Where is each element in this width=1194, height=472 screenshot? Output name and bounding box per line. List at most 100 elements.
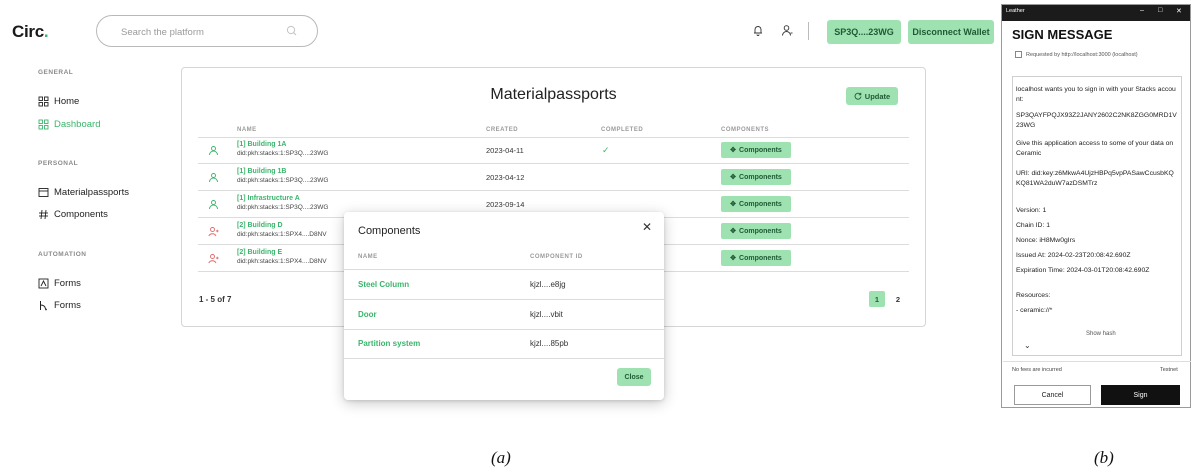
- show-hash-toggle[interactable]: Show hash: [1086, 331, 1116, 337]
- hash-icon: [39, 209, 48, 220]
- components-button[interactable]: ✥ Components: [721, 196, 791, 212]
- message-issued-at: Issued At: 2024-02-23T20:08:42.690Z: [1016, 252, 1131, 259]
- user-icon: [209, 173, 218, 183]
- header-divider: [808, 22, 809, 40]
- caption-b: (b): [1094, 448, 1114, 467]
- table-row[interactable]: [1] Building 1A did:pkh:stacks:1:SP3Q...…: [198, 139, 909, 163]
- components-icon: ✥: [730, 201, 737, 208]
- page-button-2[interactable]: 2: [890, 291, 906, 307]
- modal-row-divider: [344, 299, 664, 300]
- modal-row-divider: [344, 329, 664, 330]
- app-logo[interactable]: Circ.: [12, 22, 49, 42]
- components-button[interactable]: ✥ Components: [721, 223, 791, 239]
- passport-name[interactable]: [1] Infrastructure A: [237, 195, 300, 202]
- minimize-icon[interactable]: –: [1140, 7, 1144, 14]
- components-button-label: Components: [739, 227, 782, 235]
- message-account: SP3QAYFPQJX93Z2JANY2602C2NK8ZGG0MRD1V23W…: [1016, 112, 1177, 129]
- message-nonce: Nonce: iH8Mw0gIrs: [1016, 237, 1076, 244]
- components-modal: Components ✕ NAME COMPONENT ID Steel Col…: [344, 212, 664, 400]
- page-title: Materialpassports: [490, 86, 617, 103]
- message-access: Give this application access to some of …: [1016, 140, 1174, 157]
- components-icon: ✥: [730, 228, 737, 235]
- components-icon: ✥: [730, 174, 737, 181]
- components-button[interactable]: ✥ Components: [721, 142, 791, 158]
- passport-name[interactable]: [2] Building D: [237, 222, 283, 229]
- passport-did: did:pkh:stacks:1:SP3Q....23WG: [237, 177, 329, 184]
- message-intro: localhost wants you to sign in with your…: [1016, 86, 1176, 103]
- user-icon: [209, 146, 218, 156]
- components-icon: ✥: [730, 255, 737, 262]
- table-header-divider: [198, 137, 909, 138]
- passport-name[interactable]: [1] Building 1B: [237, 168, 286, 175]
- sidebar-item-forms[interactable]: Forms: [38, 278, 81, 289]
- grid-icon: [38, 119, 49, 130]
- created-date: 2023-04-11: [486, 146, 524, 155]
- components-button-label: Components: [739, 254, 782, 262]
- completed-check-icon: ✓: [602, 145, 610, 155]
- cancel-button[interactable]: Cancel: [1014, 385, 1091, 405]
- component-id: kjzl....vbit: [530, 310, 563, 319]
- sidebar-item-label: Materialpassports: [54, 187, 129, 198]
- sidebar-heading-general: GENERAL: [38, 69, 74, 76]
- modal-header-divider: [344, 269, 664, 270]
- sidebar-heading-automation: AUTOMATION: [38, 251, 87, 258]
- message-uri: URI: did:key:z6MkwA4UjzHBPq5vpPASawCcusb…: [1016, 170, 1174, 187]
- passport-did: did:pkh:stacks:1:SP3Q....23WG: [237, 150, 329, 157]
- requested-by-text: Requested by http://localhost:3000 (loca…: [1026, 51, 1138, 58]
- component-name[interactable]: Door: [358, 310, 377, 319]
- components-button[interactable]: ✥ Components: [721, 169, 791, 185]
- wallet-address-button[interactable]: SP3Q....23WG: [827, 20, 901, 44]
- close-window-icon[interactable]: ✕: [1176, 7, 1182, 15]
- components-button-label: Components: [739, 146, 782, 154]
- passport-name[interactable]: [1] Building 1A: [237, 141, 286, 148]
- sign-button[interactable]: Sign: [1101, 385, 1180, 405]
- sidebar-item-dashboard[interactable]: Dashboard: [38, 119, 100, 130]
- components-button-label: Components: [739, 173, 782, 181]
- modal-column-name: NAME: [358, 254, 378, 260]
- update-button[interactable]: Update: [846, 87, 898, 105]
- column-header-completed: COMPLETED: [601, 127, 644, 133]
- pagination-summary: 1 - 5 of 7: [199, 295, 232, 304]
- sidebar-item-home[interactable]: Home: [38, 96, 79, 107]
- row-divider: [198, 190, 909, 191]
- sidebar-item-label: Forms: [54, 278, 81, 289]
- user-icon: [209, 200, 218, 210]
- message-resources: Resources:: [1016, 292, 1051, 299]
- created-date: 2023-09-14: [486, 200, 525, 209]
- component-name[interactable]: Partition system: [358, 339, 420, 348]
- column-header-name: NAME: [237, 127, 257, 133]
- row-divider: [198, 163, 909, 164]
- sidebar-item-forms-secondary[interactable]: Forms: [38, 300, 81, 311]
- column-header-created: CREATED: [486, 127, 519, 133]
- modal-title: Components: [358, 225, 421, 237]
- window-icon: [38, 188, 49, 197]
- close-button[interactable]: Close: [617, 368, 651, 386]
- search-icon[interactable]: [285, 24, 299, 38]
- modal-row-divider: [344, 358, 664, 359]
- components-icon: ✥: [730, 147, 737, 154]
- components-button-label: Components: [739, 200, 782, 208]
- passport-name[interactable]: [2] Building E: [237, 249, 282, 256]
- user-icon[interactable]: [781, 24, 793, 37]
- requested-by: Requested by http://localhost:3000 (loca…: [1015, 51, 1138, 58]
- network-label: Testnet: [1160, 367, 1178, 373]
- search-input[interactable]: [121, 24, 281, 40]
- table-row[interactable]: [1] Building 1B did:pkh:stacks:1:SP3Q...…: [198, 166, 909, 190]
- sidebar-item-materialpassports[interactable]: Materialpassports: [38, 187, 129, 198]
- passport-did: did:pkh:stacks:1:SP3Q....23WG: [237, 204, 329, 211]
- chevron-down-icon[interactable]: ⌄: [1024, 341, 1031, 350]
- user-add-icon: [208, 254, 219, 264]
- sidebar-item-components[interactable]: Components: [38, 209, 108, 220]
- component-name[interactable]: Steel Column: [358, 280, 409, 289]
- window-titlebar: Leather – □ ✕: [1002, 5, 1190, 21]
- wallet-sign-window: Leather – □ ✕ SIGN MESSAGE Requested by …: [1001, 4, 1191, 408]
- components-button[interactable]: ✥ Components: [721, 250, 791, 266]
- bell-icon[interactable]: [752, 24, 764, 37]
- disconnect-wallet-button[interactable]: Disconnect Wallet: [908, 20, 994, 44]
- page-button-1[interactable]: 1: [869, 291, 885, 307]
- maximize-icon[interactable]: □: [1158, 7, 1162, 14]
- close-icon[interactable]: ✕: [642, 220, 652, 234]
- search-bar[interactable]: [96, 15, 318, 47]
- message-expiration: Expiration Time: 2024-03-01T20:08:42.690…: [1016, 267, 1150, 274]
- sidebar-item-label: Components: [54, 209, 108, 220]
